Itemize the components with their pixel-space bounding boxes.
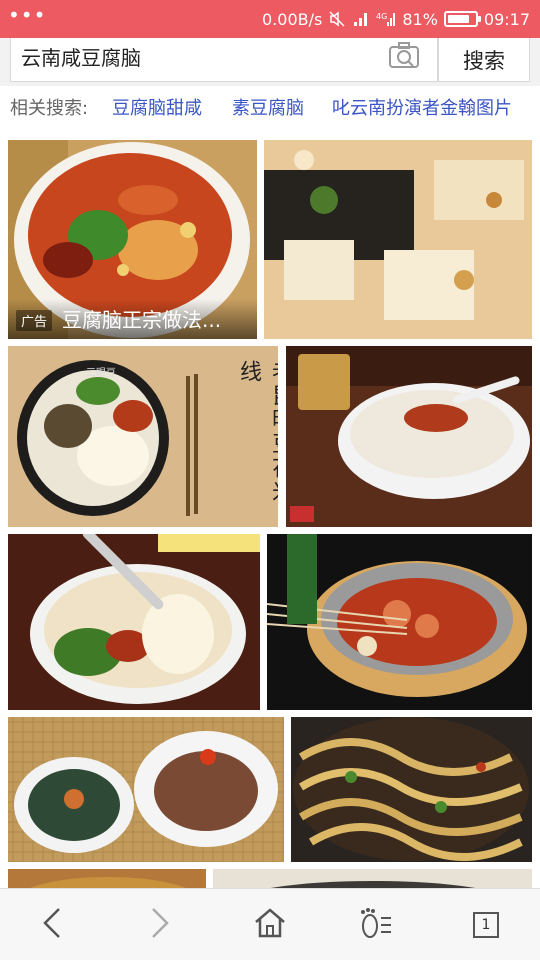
back-button[interactable] [22, 897, 82, 953]
status-dots: ••• [8, 3, 47, 27]
ad-caption: 广告 豆腐脑正宗做法... [8, 299, 257, 339]
tofu-bowl-image [286, 346, 532, 527]
image-result[interactable]: 老昆明豆花米线 三眼豆 [8, 346, 278, 527]
image-result[interactable] [213, 869, 532, 888]
shop-sign-text: 老昆明豆花米线 [236, 360, 278, 504]
battery-icon [443, 11, 481, 27]
home-icon [253, 907, 287, 943]
mute-icon [328, 10, 346, 28]
skewer-pot-image [267, 534, 532, 710]
bottom-navigation: 1 [0, 888, 540, 960]
two-plates-image [8, 717, 284, 862]
forward-button[interactable] [130, 897, 190, 953]
image-result[interactable] [8, 534, 260, 710]
back-arrow-icon [39, 907, 65, 943]
partial-image [8, 869, 206, 888]
menu-icon [358, 906, 394, 944]
image-result[interactable] [8, 869, 206, 888]
4g-signal-icon: 4G [376, 10, 396, 28]
battery-fill [447, 15, 469, 23]
image-result[interactable] [264, 140, 532, 339]
image-result-ad[interactable]: 广告 豆腐脑正宗做法... [8, 140, 257, 339]
tofu-seaweed-image [264, 140, 532, 339]
search-button[interactable]: 搜索 [438, 38, 530, 82]
image-results-grid: 广告 豆腐脑正宗做法... 老昆明豆花 [0, 132, 540, 888]
related-link-1[interactable]: 豆腐脑甜咸 [112, 86, 202, 132]
related-label: 相关搜索: [10, 98, 89, 119]
search-input[interactable] [21, 38, 381, 74]
tabs-icon: 1 [473, 912, 499, 938]
related-link-2[interactable]: 素豆腐脑 [232, 86, 304, 132]
tabs-button[interactable]: 1 [456, 897, 516, 953]
ad-title: 豆腐脑正宗做法... [62, 308, 222, 332]
bowl-label: 三眼豆 [86, 368, 116, 379]
clock: 09:17 [483, 9, 530, 29]
status-right: 0.00B/s 4G 81% 09:17 [262, 0, 530, 38]
menu-button[interactable] [346, 897, 406, 953]
image-result[interactable] [286, 346, 532, 527]
camera-icon[interactable] [387, 40, 423, 72]
signal-icon [352, 10, 370, 28]
related-link-3[interactable]: 叱云南扮演者金翰图片 [332, 86, 512, 132]
noodles-image [291, 717, 532, 862]
tofu-spoon-image [8, 534, 260, 710]
forward-arrow-icon [147, 907, 173, 943]
search-area: 搜索 [0, 38, 540, 86]
image-result[interactable] [291, 717, 532, 862]
related-searches: 相关搜索: 豆腐脑甜咸 素豆腐脑 叱云南扮演者金翰图片 [0, 86, 540, 132]
search-box [10, 38, 438, 82]
image-result[interactable] [267, 534, 532, 710]
battery-percent: 81% [402, 9, 438, 29]
home-button[interactable] [240, 897, 300, 953]
ad-badge: 广告 [16, 310, 53, 331]
partial-image [213, 869, 532, 888]
status-bar: ••• 0.00B/s 4G 81% 09:17 [0, 0, 540, 38]
image-result[interactable] [8, 717, 284, 862]
svg-text:4G: 4G [376, 12, 387, 21]
network-speed: 0.00B/s [262, 9, 323, 29]
